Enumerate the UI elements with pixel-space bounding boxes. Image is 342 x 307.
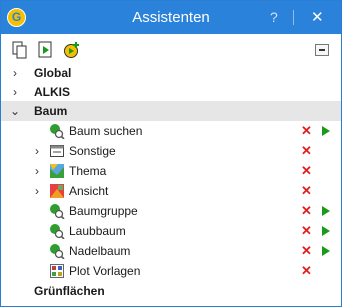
tree-search-icon: [50, 224, 65, 239]
expand-arrow-icon[interactable]: ›: [31, 161, 43, 181]
tree-item-label: Baum: [34, 104, 68, 118]
tree-item-label: Ansicht: [69, 184, 109, 198]
tree-search-icon: [50, 244, 65, 259]
tree-item-label: Laubbaum: [69, 224, 126, 238]
tree-item-ansicht[interactable]: › Ansicht ✕: [1, 181, 341, 201]
run-icon[interactable]: [322, 126, 330, 136]
collapse-all-button[interactable]: [315, 44, 329, 56]
tree-item-laubbaum[interactable]: Laubbaum ✕: [1, 221, 341, 241]
title-bar: G Assistenten ? ✕: [1, 1, 341, 34]
tree-search-icon: [50, 204, 65, 219]
remove-icon[interactable]: ✕: [301, 201, 312, 221]
run-icon[interactable]: [322, 226, 330, 236]
collapse-arrow-icon[interactable]: ⌄: [9, 101, 21, 121]
tree-item-global[interactable]: › Global: [1, 63, 341, 83]
tree-item-label: Grünflächen: [34, 284, 105, 298]
run-document-icon[interactable]: [37, 41, 55, 59]
tree-item-label: Nadelbaum: [69, 244, 131, 258]
close-button[interactable]: ✕: [311, 8, 324, 26]
remove-icon[interactable]: ✕: [301, 141, 312, 161]
tree-item-baumgruppe[interactable]: Baumgruppe ✕: [1, 201, 341, 221]
help-button[interactable]: ?: [270, 9, 278, 25]
remove-icon[interactable]: ✕: [301, 121, 312, 141]
tree-item-label: Sonstige: [69, 144, 116, 158]
tree-item-alkis[interactable]: › ALKIS: [1, 82, 341, 102]
expand-arrow-icon[interactable]: ›: [9, 63, 21, 83]
tree-item-sonstige[interactable]: › Sonstige ✕: [1, 141, 341, 161]
tree-item-label: Baumgruppe: [69, 204, 138, 218]
tree-item-nadelbaum[interactable]: Nadelbaum ✕: [1, 241, 341, 261]
tree-item-baum-suchen[interactable]: Baum suchen ✕: [1, 121, 341, 141]
toolbar: [1, 35, 341, 63]
run-icon[interactable]: [322, 246, 330, 256]
tree-item-gruenflaechen[interactable]: Grünflächen: [1, 281, 341, 301]
tree-search-icon: [50, 124, 65, 139]
remove-icon[interactable]: ✕: [301, 221, 312, 241]
tree-item-label: Thema: [69, 164, 107, 178]
tree-item-baum[interactable]: ⌄ Baum: [1, 101, 341, 121]
remove-icon[interactable]: ✕: [301, 181, 312, 201]
plot-template-icon: [50, 264, 64, 278]
assistenten-window: G Assistenten ? ✕ › Global › ALKIS ⌄ Bau…: [0, 0, 342, 307]
tree-item-label: Global: [34, 66, 72, 80]
tree-item-plot-vorlagen[interactable]: Plot Vorlagen ✕: [1, 261, 341, 281]
window-title: Assistenten: [132, 9, 210, 26]
expand-arrow-icon[interactable]: ›: [31, 141, 43, 161]
titlebar-divider: [293, 10, 294, 25]
run-icon[interactable]: [322, 206, 330, 216]
tree-item-thema[interactable]: › Thema ✕: [1, 161, 341, 181]
window-frame-icon: [50, 145, 64, 157]
view-image-icon: [50, 184, 64, 198]
add-assistant-icon[interactable]: [63, 41, 81, 59]
copy-icon[interactable]: [11, 41, 29, 59]
theme-map-icon: [50, 164, 64, 178]
expand-arrow-icon[interactable]: ›: [9, 82, 21, 102]
tree-item-label: Plot Vorlagen: [69, 264, 141, 278]
remove-icon[interactable]: ✕: [301, 161, 312, 181]
remove-icon[interactable]: ✕: [301, 241, 312, 261]
expand-arrow-icon[interactable]: ›: [31, 181, 43, 201]
remove-icon[interactable]: ✕: [301, 261, 312, 281]
tree-item-label: ALKIS: [34, 85, 70, 99]
tree-item-label: Baum suchen: [69, 124, 143, 138]
